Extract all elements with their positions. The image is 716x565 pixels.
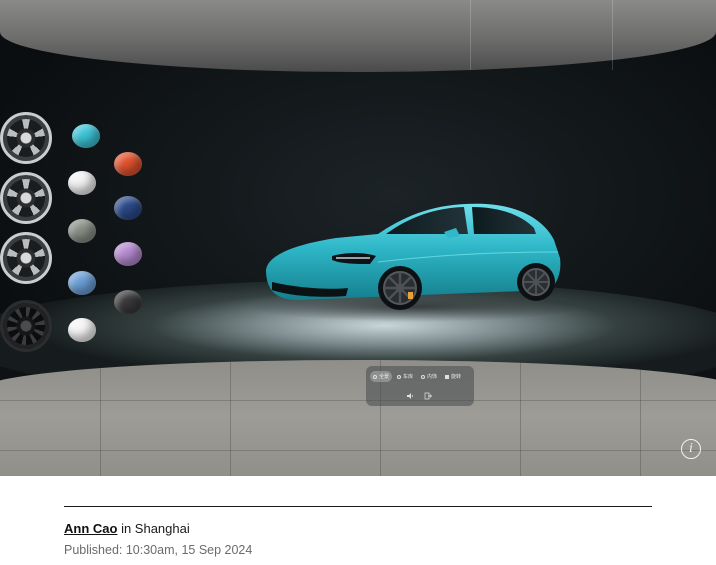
color-swatch-orange[interactable] — [114, 152, 142, 176]
color-swatch-lilac[interactable] — [114, 242, 142, 266]
info-icon[interactable]: i — [681, 439, 701, 459]
tab-garage[interactable]: 车库 — [394, 371, 416, 382]
color-swatch-teal[interactable] — [72, 124, 100, 148]
wheel-option-1[interactable] — [0, 112, 52, 164]
wheel-option-3[interactable] — [0, 232, 52, 284]
configurator-image: 全景 车库 内饰 旋转 i — [0, 0, 716, 476]
car-illustration — [266, 203, 561, 310]
tab-interior-label: 内饰 — [427, 374, 438, 380]
color-swatch-light-blue[interactable] — [68, 271, 96, 295]
share-icon[interactable] — [424, 392, 432, 400]
color-swatch-black[interactable] — [114, 290, 142, 314]
view-control-panel: 全景 车库 内饰 旋转 — [366, 366, 474, 406]
wheel-option-4[interactable] — [0, 300, 52, 352]
tab-interior[interactable]: 内饰 — [418, 371, 440, 382]
color-swatch-navy[interactable] — [114, 196, 142, 220]
byline: Ann Cao in Shanghai — [64, 521, 190, 536]
tab-rotate[interactable]: 旋转 — [442, 371, 464, 382]
color-swatch-pearl[interactable] — [68, 318, 96, 342]
caption-divider — [64, 506, 652, 507]
tab-rotate-label: 旋转 — [451, 374, 462, 380]
wheel-option-2[interactable] — [0, 172, 52, 224]
author-link[interactable]: Ann Cao — [64, 521, 117, 536]
published-timestamp: Published: 10:30am, 15 Sep 2024 — [64, 543, 253, 557]
color-swatch-grey[interactable] — [68, 219, 96, 243]
color-swatch-white[interactable] — [68, 171, 96, 195]
byline-location: in Shanghai — [117, 521, 190, 536]
sound-icon[interactable] — [406, 392, 414, 400]
tab-panorama[interactable]: 全景 — [370, 371, 393, 382]
tab-garage-label: 车库 — [403, 374, 414, 380]
tiled-floor — [0, 360, 716, 476]
tab-panorama-label: 全景 — [379, 374, 390, 380]
